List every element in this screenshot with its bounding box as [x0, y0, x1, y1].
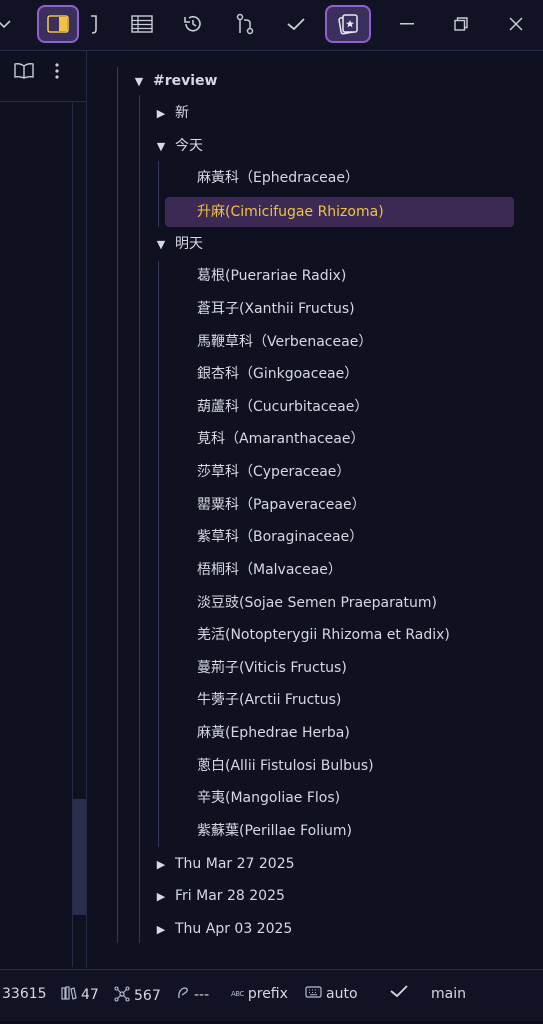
tree-item-selected[interactable]: 升麻(Cimicifugae Rhizoma)	[197, 197, 384, 227]
scrollbar-thumb[interactable]	[73, 799, 86, 915]
git-branch-icon[interactable]	[224, 5, 266, 43]
minimize-icon[interactable]	[386, 5, 428, 43]
tree-root[interactable]: ▼ #review	[131, 66, 218, 96]
history-icon[interactable]	[172, 5, 214, 43]
tree-item[interactable]: 罌粟科（Papaveraceae）	[197, 490, 366, 520]
more-vertical-icon[interactable]	[55, 63, 59, 84]
status-files[interactable]: 47	[61, 986, 99, 1004]
tree-item[interactable]: 紫草科（Boraginaceae）	[197, 522, 363, 552]
flashcard-icon[interactable]	[325, 5, 371, 43]
tree-item[interactable]: 葫蘆科（Cucurbitaceae）	[197, 392, 368, 422]
tree-item[interactable]: 麻黃(Ephedrae Herba)	[197, 718, 350, 748]
book-open-icon[interactable]	[14, 63, 34, 84]
table-icon[interactable]	[121, 5, 163, 43]
tree-group-date[interactable]: ▶ Thu Mar 27 2025	[153, 849, 295, 879]
tree-item[interactable]: 辛夷(Mangoliae Flos)	[197, 783, 340, 813]
expanded-triangle-icon: ▼	[156, 140, 166, 153]
library-icon	[61, 986, 77, 1004]
tree-item[interactable]: 蒼耳子(Xanthii Fructus)	[197, 294, 355, 324]
expanded-triangle-icon: ▼	[156, 238, 166, 251]
tree-guide	[158, 161, 159, 227]
status-bar: 33615 47 567 --- ABC prefix auto main	[0, 969, 543, 1022]
keyboard-icon	[305, 986, 322, 1002]
status-prefix[interactable]: ABC prefix	[231, 986, 288, 1002]
title-bar	[0, 0, 543, 51]
tree-item[interactable]: 銀杏科（Ginkgoaceae）	[197, 359, 358, 389]
tree-group-date[interactable]: ▶ Fri Mar 28 2025	[153, 881, 285, 911]
expanded-triangle-icon: ▼	[134, 75, 144, 88]
tree-group-tomorrow[interactable]: ▼ 明天	[153, 229, 203, 259]
tree-item[interactable]: 莧科（Amaranthaceae）	[197, 424, 364, 454]
collapsed-triangle-icon: ▶	[156, 890, 166, 903]
tree-item[interactable]: 牛蒡子(Arctii Fructus)	[197, 685, 341, 715]
tree-item[interactable]: 葛根(Puerariae Radix)	[197, 261, 346, 291]
tree-group-today[interactable]: ▼ 今天	[153, 131, 203, 161]
review-tree: ▼ #review ▶ 新 ▼ 今天 麻黃科（Ephedraceae） 升麻(Cimi…	[87, 51, 543, 968]
tree-item[interactable]: 蔥白(Allii Fistulosi Bulbus)	[197, 751, 374, 781]
close-icon[interactable]	[495, 5, 537, 43]
collapsed-triangle-icon: ▶	[156, 858, 166, 871]
bracket-icon[interactable]	[74, 5, 114, 43]
tree-item[interactable]: 莎草科（Cyperaceae）	[197, 457, 350, 487]
tree-item[interactable]: 馬鞭草科（Verbenaceae）	[197, 327, 372, 357]
status-keyboard[interactable]: auto	[305, 986, 358, 1002]
tree-item[interactable]: 羌活(Notopterygii Rhizoma et Radix)	[197, 620, 450, 650]
collapsed-triangle-icon: ▶	[156, 107, 166, 120]
tree-item[interactable]: 梧桐科（Malvaceae）	[197, 555, 342, 585]
tree-group-date[interactable]: ▶ Thu Apr 03 2025	[153, 914, 293, 944]
tree-guide	[117, 67, 118, 943]
left-panel	[0, 51, 87, 968]
status-branch[interactable]: main	[431, 986, 466, 1002]
graph-icon	[114, 986, 130, 1006]
tree-item[interactable]: 蔓荊子(Viticis Fructus)	[197, 653, 347, 683]
status-check-icon[interactable]	[390, 984, 408, 998]
status-count: 33615	[2, 986, 47, 1002]
status-links[interactable]: 567	[114, 986, 161, 1006]
cursor-icon	[176, 986, 190, 1004]
tree-item[interactable]: 麻黃科（Ephedraceae）	[197, 163, 359, 193]
collapsed-triangle-icon: ▶	[156, 923, 166, 936]
sidebar-toggle-icon[interactable]	[37, 5, 79, 43]
restore-icon[interactable]	[440, 5, 482, 43]
tree-guide	[158, 261, 159, 847]
tree-item[interactable]: 紫蘇葉(Perillae Folium)	[197, 816, 352, 846]
tree-group-new[interactable]: ▶ 新	[153, 98, 189, 128]
abc-icon: ABC	[231, 990, 244, 998]
tree-item[interactable]: 淡豆豉(Sojae Semen Praeparatum)	[197, 588, 437, 618]
status-cursor[interactable]: ---	[176, 986, 209, 1004]
chevron-down-icon[interactable]	[0, 5, 20, 43]
left-panel-header	[0, 51, 86, 102]
tree-guide	[139, 95, 140, 943]
check-icon[interactable]	[275, 5, 317, 43]
